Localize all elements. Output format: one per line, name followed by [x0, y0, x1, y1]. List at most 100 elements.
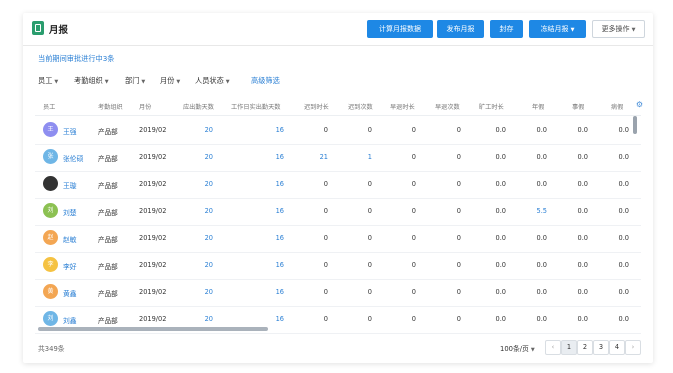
personal-leave-cell: 0.0 [577, 153, 589, 161]
annual-leave-cell: 0.0 [536, 315, 548, 323]
month-cell: 2019/02 [139, 180, 167, 188]
org-cell: 产品部 [98, 209, 118, 217]
org-cell: 产品部 [98, 128, 118, 136]
next-page-button[interactable]: › [625, 340, 641, 355]
prev-page-button[interactable]: ‹ [545, 340, 561, 355]
late-count-cell: 0 [367, 234, 372, 242]
employee-name-link[interactable]: 刘楚 [63, 207, 77, 217]
early-length-cell: 0 [411, 261, 416, 269]
panel-header: 月报 计算月报数据 发布月报 封存 冻结月报 ▼ 更多操作 ▼ [23, 13, 653, 46]
employee-name-link[interactable]: 王强 [63, 126, 77, 136]
more-actions-button[interactable]: 更多操作 ▼ [592, 20, 645, 38]
advanced-filter-link[interactable]: 高级筛选 [251, 76, 280, 86]
late-length-cell[interactable]: 21 [320, 153, 328, 161]
late-count-cell: 0 [367, 315, 372, 323]
table-row[interactable]: 张张伦硕 产品部 2019/02 20 16 21 1 0 0 0.0 0.0 0.0 0.0 [35, 144, 641, 172]
absent-cell: 0.0 [495, 207, 507, 215]
col-early-length[interactable]: 早退时长 [390, 102, 415, 111]
due-days-cell[interactable]: 20 [205, 126, 213, 134]
col-late-count[interactable]: 迟到次数 [348, 102, 373, 111]
late-count-cell: 0 [367, 288, 372, 296]
sick-leave-cell: 0.0 [618, 234, 630, 242]
due-days-cell[interactable]: 20 [205, 153, 213, 161]
page-size-select[interactable]: 100条/页 ▼ [500, 343, 535, 353]
col-sick-leave[interactable]: 病假 [611, 102, 623, 111]
actual-days-cell[interactable]: 16 [276, 207, 284, 215]
actual-days-cell[interactable]: 16 [276, 180, 284, 188]
actual-days-cell[interactable]: 16 [276, 126, 284, 134]
col-due-days[interactable]: 应出勤天数 [183, 102, 214, 111]
annual-leave-cell: 0.0 [536, 261, 548, 269]
col-org[interactable]: 考勤组织 [98, 102, 123, 111]
freeze-report-button[interactable]: 冻结月报 ▼ [529, 20, 586, 38]
pending-approval-link[interactable]: 当前期间审批进行中3条 [38, 54, 114, 64]
filter-month[interactable]: 月份 ▼ [160, 76, 180, 86]
filter-status[interactable]: 人员状态 ▼ [195, 76, 230, 86]
table-row[interactable]: 赵赵敏 产品部 2019/02 20 16 0 0 0 0 0.0 0.0 0.0 0.0 [35, 225, 641, 253]
due-days-cell[interactable]: 20 [205, 288, 213, 296]
col-early-count[interactable]: 早退次数 [435, 102, 460, 111]
col-actual-days[interactable]: 工作日实出勤天数 [231, 102, 281, 111]
filter-employee[interactable]: 员工 ▼ [38, 76, 58, 86]
table-row[interactable]: 刘刘楚 产品部 2019/02 20 16 0 0 0 0 0.0 5.5 0.0 0.0 [35, 198, 641, 226]
early-count-cell: 0 [456, 126, 461, 134]
avatar [43, 176, 58, 191]
early-count-cell: 0 [456, 153, 461, 161]
page-button-3[interactable]: 3 [593, 340, 609, 355]
due-days-cell[interactable]: 20 [205, 234, 213, 242]
employee-name-link[interactable]: 黄鑫 [63, 288, 77, 298]
actual-days-cell[interactable]: 16 [276, 315, 284, 323]
actual-days-cell[interactable]: 16 [276, 234, 284, 242]
actual-days-cell[interactable]: 16 [276, 288, 284, 296]
filter-org[interactable]: 考勤组织 ▼ [74, 76, 109, 86]
employee-name-link[interactable]: 张伦硕 [63, 153, 83, 163]
actual-days-cell[interactable]: 16 [276, 153, 284, 161]
horizontal-scrollbar[interactable] [38, 327, 268, 331]
personal-leave-cell: 0.0 [577, 126, 589, 134]
report-icon [32, 21, 44, 35]
actual-days-cell[interactable]: 16 [276, 261, 284, 269]
late-length-cell: 0 [323, 315, 328, 323]
table-row[interactable]: 李李好 产品部 2019/02 20 16 0 0 0 0 0.0 0.0 0.0 0.0 [35, 252, 641, 280]
filter-dept[interactable]: 部门 ▼ [125, 76, 145, 86]
table-row[interactable]: 王璇 产品部 2019/02 20 16 0 0 0 0 0.0 0.0 0.0 0.0 [35, 171, 641, 199]
filter-status-label: 人员状态 [195, 76, 224, 85]
due-days-cell[interactable]: 20 [205, 180, 213, 188]
late-count-cell: 0 [367, 207, 372, 215]
personal-leave-cell: 0.0 [577, 261, 589, 269]
late-count-cell[interactable]: 1 [368, 153, 372, 161]
personal-leave-cell: 0.0 [577, 288, 589, 296]
annual-leave-cell[interactable]: 5.5 [537, 207, 548, 215]
col-late-length[interactable]: 迟到时长 [304, 102, 329, 111]
col-annual-leave[interactable]: 年假 [532, 102, 544, 111]
publish-report-button[interactable]: 发布月报 [437, 20, 484, 38]
page-button-1[interactable]: 1 [561, 340, 577, 355]
employee-name-link[interactable]: 李好 [63, 261, 77, 271]
employee-name-link[interactable]: 刘鑫 [63, 315, 77, 325]
page-button-2[interactable]: 2 [577, 340, 593, 355]
archive-button[interactable]: 封存 [490, 20, 523, 38]
col-absent[interactable]: 旷工时长 [479, 102, 504, 111]
settings-gear-icon[interactable]: ⚙ [636, 100, 643, 109]
table-row[interactable]: 黄黄鑫 产品部 2019/02 20 16 0 0 0 0 0.0 0.0 0.0 0.0 [35, 279, 641, 307]
sick-leave-cell: 0.0 [618, 207, 630, 215]
early-count-cell: 0 [456, 180, 461, 188]
table-row[interactable]: 王王强 产品部 2019/02 20 16 0 0 0 0 0.0 0.0 0.0 0.0 [35, 117, 641, 145]
employee-name-link[interactable]: 王璇 [63, 180, 77, 190]
calc-report-button[interactable]: 计算月报数据 [367, 20, 433, 38]
monthly-report-panel: 月报 计算月报数据 发布月报 封存 冻结月报 ▼ 更多操作 ▼ 当前期间审批进行中3… [23, 13, 653, 363]
employee-name-link[interactable]: 赵敏 [63, 234, 77, 244]
due-days-cell[interactable]: 20 [205, 261, 213, 269]
absent-cell: 0.0 [495, 234, 507, 242]
absent-cell: 0.0 [495, 153, 507, 161]
due-days-cell[interactable]: 20 [205, 315, 213, 323]
absent-cell: 0.0 [495, 315, 507, 323]
org-cell: 产品部 [98, 263, 118, 271]
col-personal-leave[interactable]: 事假 [572, 102, 584, 111]
col-employee[interactable]: 员工 [43, 102, 55, 111]
col-month[interactable]: 月份 [139, 102, 151, 111]
due-days-cell[interactable]: 20 [205, 207, 213, 215]
late-count-cell: 0 [367, 261, 372, 269]
page-button-4[interactable]: 4 [609, 340, 625, 355]
vertical-scrollbar[interactable] [633, 116, 637, 134]
